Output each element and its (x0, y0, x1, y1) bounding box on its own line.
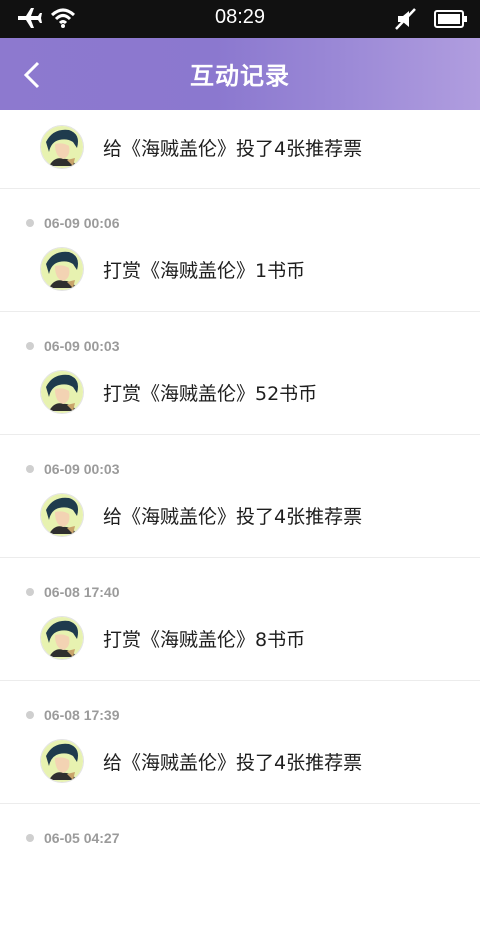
battery-icon (434, 9, 468, 33)
record-item[interactable]: 06-09 00:03 给《海贼盖伦》投了4张推荐票 (0, 435, 480, 558)
record-text: 给《海贼盖伦》投了4张推荐票 (103, 751, 363, 774)
header-bar: 互动记录 (0, 38, 480, 110)
page-title: 互动记录 (190, 62, 290, 90)
record-item[interactable]: 06-05 04:27 (0, 804, 480, 926)
record-text: 打赏《海贼盖伦》8书币 (103, 628, 306, 651)
timeline-dot (26, 465, 34, 473)
record-time-row: 06-08 17:40 (26, 582, 120, 602)
record-time: 06-09 00:06 (44, 215, 120, 231)
record-text: 打赏《海贼盖伦》52书币 (103, 382, 318, 405)
record-time: 06-09 00:03 (44, 338, 120, 354)
record-time-row: 06-09 00:06 (26, 213, 120, 233)
record-content: 打赏《海贼盖伦》1书币 (41, 248, 305, 290)
timeline-dot (26, 588, 34, 596)
avatar (41, 494, 83, 536)
timeline-dot (26, 834, 34, 842)
record-time-row: 06-08 17:39 (26, 705, 120, 725)
record-content: 给《海贼盖伦》投了4张推荐票 (41, 126, 362, 168)
record-time: 06-08 17:39 (44, 707, 120, 723)
record-content: 给《海贼盖伦》投了4张推荐票 (41, 494, 362, 536)
record-time-row: 06-09 00:03 (26, 336, 120, 356)
status-bar: 08:29 (0, 0, 480, 38)
record-time: 06-08 17:40 (44, 584, 120, 600)
timeline-dot (26, 342, 34, 350)
avatar (41, 248, 83, 290)
record-item[interactable]: 06-08 17:39 给《海贼盖伦》投了4张推荐票 (0, 681, 480, 804)
record-text: 打赏《海贼盖伦》1书币 (103, 259, 306, 282)
record-time: 06-09 00:03 (44, 461, 120, 477)
record-item[interactable]: 给《海贼盖伦》投了4张推荐票 (0, 110, 480, 189)
avatar (41, 371, 83, 413)
record-time-row: 06-05 04:27 (26, 828, 120, 848)
mute-icon (394, 8, 418, 34)
timeline-dot (26, 711, 34, 719)
record-text: 给《海贼盖伦》投了4张推荐票 (103, 137, 363, 160)
record-item[interactable]: 06-08 17:40 打赏《海贼盖伦》8书币 (0, 558, 480, 681)
record-content: 打赏《海贼盖伦》8书币 (41, 617, 305, 659)
interaction-record-list: 给《海贼盖伦》投了4张推荐票 06-09 00:06 打赏《海贼盖伦》1书币 0… (0, 110, 480, 926)
status-right-icons (394, 8, 468, 34)
record-time-row: 06-09 00:03 (26, 459, 120, 479)
record-item[interactable]: 06-09 00:06 打赏《海贼盖伦》1书币 (0, 189, 480, 312)
record-item[interactable]: 06-09 00:03 打赏《海贼盖伦》52书币 (0, 312, 480, 435)
record-time: 06-05 04:27 (44, 830, 120, 846)
avatar (41, 617, 83, 659)
avatar (41, 740, 83, 782)
record-text: 给《海贼盖伦》投了4张推荐票 (103, 505, 363, 528)
record-content: 给《海贼盖伦》投了4张推荐票 (41, 740, 362, 782)
avatar (41, 126, 83, 168)
timeline-dot (26, 219, 34, 227)
record-content: 打赏《海贼盖伦》52书币 (41, 371, 317, 413)
